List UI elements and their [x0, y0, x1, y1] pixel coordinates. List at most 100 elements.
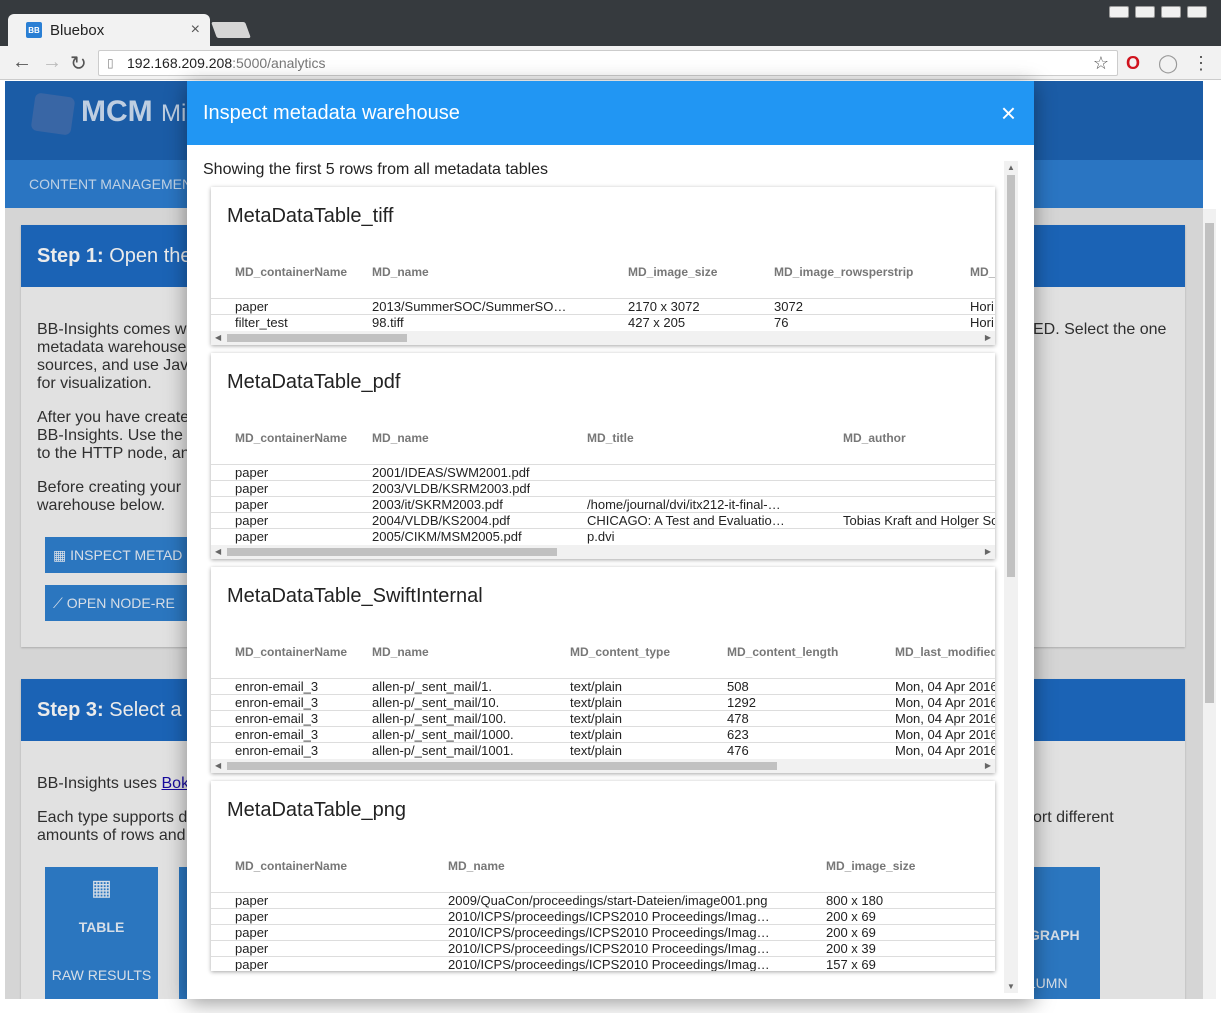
column-header[interactable]: MD_containerName — [235, 644, 347, 660]
table-row: paper 2010/ICPS/proceedings/ICPS2010 Proc… — [211, 924, 995, 940]
horizontal-scrollbar[interactable]: ◀ ▶ — [211, 759, 995, 773]
menu-dots-icon[interactable]: ⋮ — [1192, 53, 1210, 74]
table-cell: text/plain — [570, 679, 623, 694]
dialog-header: Inspect metadata warehouse × — [187, 81, 1034, 145]
scroll-left-icon[interactable]: ◀ — [215, 331, 221, 345]
table-row: paper 2005/CIKM/MSM2005.pdf p.dvi — [211, 528, 995, 544]
table-row: paper 2010/ICPS/proceedings/ICPS2010 Proc… — [211, 956, 995, 971]
table-row: enron-email_3 allen-p/_sent_mail/100. text… — [211, 710, 995, 726]
table-cell: 98.tiff — [372, 315, 404, 330]
dialog-scrollbar[interactable]: ▲ ▼ — [1004, 161, 1018, 993]
new-tab-button[interactable] — [211, 22, 251, 38]
dialog-title: Inspect metadata warehouse — [203, 102, 460, 124]
table-cell: 3072 — [774, 299, 803, 314]
table-cell: Mon, 04 Apr 2016 — [895, 695, 995, 710]
table-cell: enron-email_3 — [235, 711, 319, 726]
column-header[interactable]: MD_name — [372, 644, 429, 660]
table-cell: 478 — [727, 711, 749, 726]
table-cell: 800 x 180 — [826, 893, 884, 908]
close-window-icon[interactable] — [1187, 6, 1207, 18]
bookmark-star-icon[interactable]: ☆ — [1093, 51, 1109, 75]
column-header[interactable]: MD_name — [372, 264, 429, 280]
minimize-icon[interactable] — [1109, 6, 1129, 18]
scroll-right-icon[interactable]: ▶ — [985, 759, 991, 773]
url-host: 192.168.209.208 — [127, 55, 233, 71]
table-cell: 623 — [727, 727, 749, 742]
table-cell: 1292 — [727, 695, 756, 710]
scroll-left-icon[interactable]: ◀ — [215, 759, 221, 773]
table-cell: 2010/ICPS/proceedings/ICPS2010 Proceedin… — [448, 957, 770, 971]
scroll-left-icon[interactable]: ◀ — [215, 545, 221, 559]
scroll-right-icon[interactable]: ▶ — [985, 545, 991, 559]
column-header[interactable]: MD_image_size — [628, 264, 717, 280]
restore-icon[interactable] — [1135, 6, 1155, 18]
column-header[interactable]: MD_content_type — [570, 644, 670, 660]
table-row: paper 2003/it/SKRM2003.pdf/home/journal/d… — [211, 496, 995, 512]
scroll-down-icon[interactable]: ▼ — [1007, 982, 1015, 991]
table-cell: allen-p/_sent_mail/10. — [372, 695, 500, 710]
column-header[interactable]: MD_containerName — [235, 858, 347, 874]
table-cell: 2010/ICPS/proceedings/ICPS2010 Proceedin… — [448, 941, 770, 956]
table-cell: /home/journal/dvi/itx212-it-final-… — [587, 497, 781, 512]
maximize-icon[interactable] — [1161, 6, 1181, 18]
table-row: enron-email_3 allen-p/_sent_mail/1001. tex… — [211, 742, 995, 758]
table-cell: 2005/CIKM/MSM2005.pdf — [372, 529, 522, 544]
table-cell: 200 x 69 — [826, 909, 876, 924]
column-header[interactable]: MD_content_length — [727, 644, 838, 660]
table-cell: paper — [235, 909, 269, 924]
reload-icon[interactable]: ↻ — [70, 51, 87, 76]
forward-arrow-icon[interactable]: → — [42, 51, 62, 74]
inspect-metadata-dialog: Inspect metadata warehouse × Showing the… — [187, 81, 1034, 999]
table-row: enron-email_3 allen-p/_sent_mail/1000. tex… — [211, 726, 995, 742]
browser-titlebar: BB Bluebox × — [0, 0, 1221, 46]
table-cell: text/plain — [570, 695, 623, 710]
table-row: paper 2001/IDEAS/SWM2001.pdf — [211, 464, 995, 480]
table-cell: text/plain — [570, 727, 623, 742]
table-row: enron-email_3 allen-p/_sent_mail/10. text/… — [211, 694, 995, 710]
table-cell: 157 x 69 — [826, 957, 876, 971]
table-cell: allen-p/_sent_mail/1000. — [372, 727, 514, 742]
table-cell: enron-email_3 — [235, 743, 319, 758]
table-title: MetaDataTable_SwiftInternal — [227, 585, 483, 607]
column-header[interactable]: MD_ — [970, 264, 995, 280]
horizontal-scrollbar[interactable]: ◀ ▶ — [211, 331, 995, 345]
scroll-right-icon[interactable]: ▶ — [985, 331, 991, 345]
table-cell: paper — [235, 465, 269, 480]
tab-close-icon[interactable]: × — [191, 21, 200, 39]
table-cell: paper — [235, 497, 269, 512]
page-scrollbar[interactable] — [1203, 209, 1216, 999]
scrollbar-thumb[interactable] — [227, 334, 407, 342]
table-cell: 476 — [727, 743, 749, 758]
table-cell: allen-p/_sent_mail/100. — [372, 711, 507, 726]
table-cell: 76 — [774, 315, 789, 330]
opera-icon[interactable]: O — [1126, 53, 1140, 74]
column-header[interactable]: MD_image_size — [826, 858, 915, 874]
column-header[interactable]: MD_containerName — [235, 264, 347, 280]
back-arrow-icon[interactable]: ← — [12, 51, 32, 74]
column-header[interactable]: MD_author — [843, 430, 906, 446]
column-header[interactable]: MD_name — [372, 430, 429, 446]
close-icon[interactable]: × — [1001, 81, 1016, 145]
table-row: filter_test 98.tiff 427 x 205 76 Hori: — [211, 314, 995, 330]
table-cell: paper — [235, 893, 269, 908]
column-header[interactable]: MD_title — [587, 430, 634, 446]
metadata-table-panel: MetaDataTable_SwiftInternal MD_containerN… — [211, 567, 995, 773]
table-cell: paper — [235, 481, 269, 496]
column-header[interactable]: MD_name — [448, 858, 505, 874]
scrollbar-thumb[interactable] — [227, 762, 777, 770]
table-cell: enron-email_3 — [235, 679, 319, 694]
table-cell: Mon, 04 Apr 2016 — [895, 727, 995, 742]
extension-icon[interactable]: ◯ — [1158, 53, 1178, 74]
table-cell: Mon, 04 Apr 2016 — [895, 711, 995, 726]
scrollbar-thumb[interactable] — [227, 548, 557, 556]
browser-tab[interactable]: BB Bluebox × — [8, 14, 210, 46]
column-header[interactable]: MD_containerName — [235, 430, 347, 446]
horizontal-scrollbar[interactable]: ◀ ▶ — [211, 545, 995, 559]
browser-toolbar: ← → ↻ ▯ 192.168.209.208:5000/analytics ☆… — [0, 46, 1221, 80]
column-header[interactable]: MD_image_rowsperstrip — [774, 264, 913, 280]
address-bar[interactable]: ▯ 192.168.209.208:5000/analytics ☆ — [98, 50, 1118, 76]
table-cell: 200 x 69 — [826, 925, 876, 940]
scroll-up-icon[interactable]: ▲ — [1007, 163, 1015, 172]
column-header[interactable]: MD_last_modified — [895, 644, 995, 660]
table-cell: 2013/SummerSOC/SummerSO… — [372, 299, 567, 314]
